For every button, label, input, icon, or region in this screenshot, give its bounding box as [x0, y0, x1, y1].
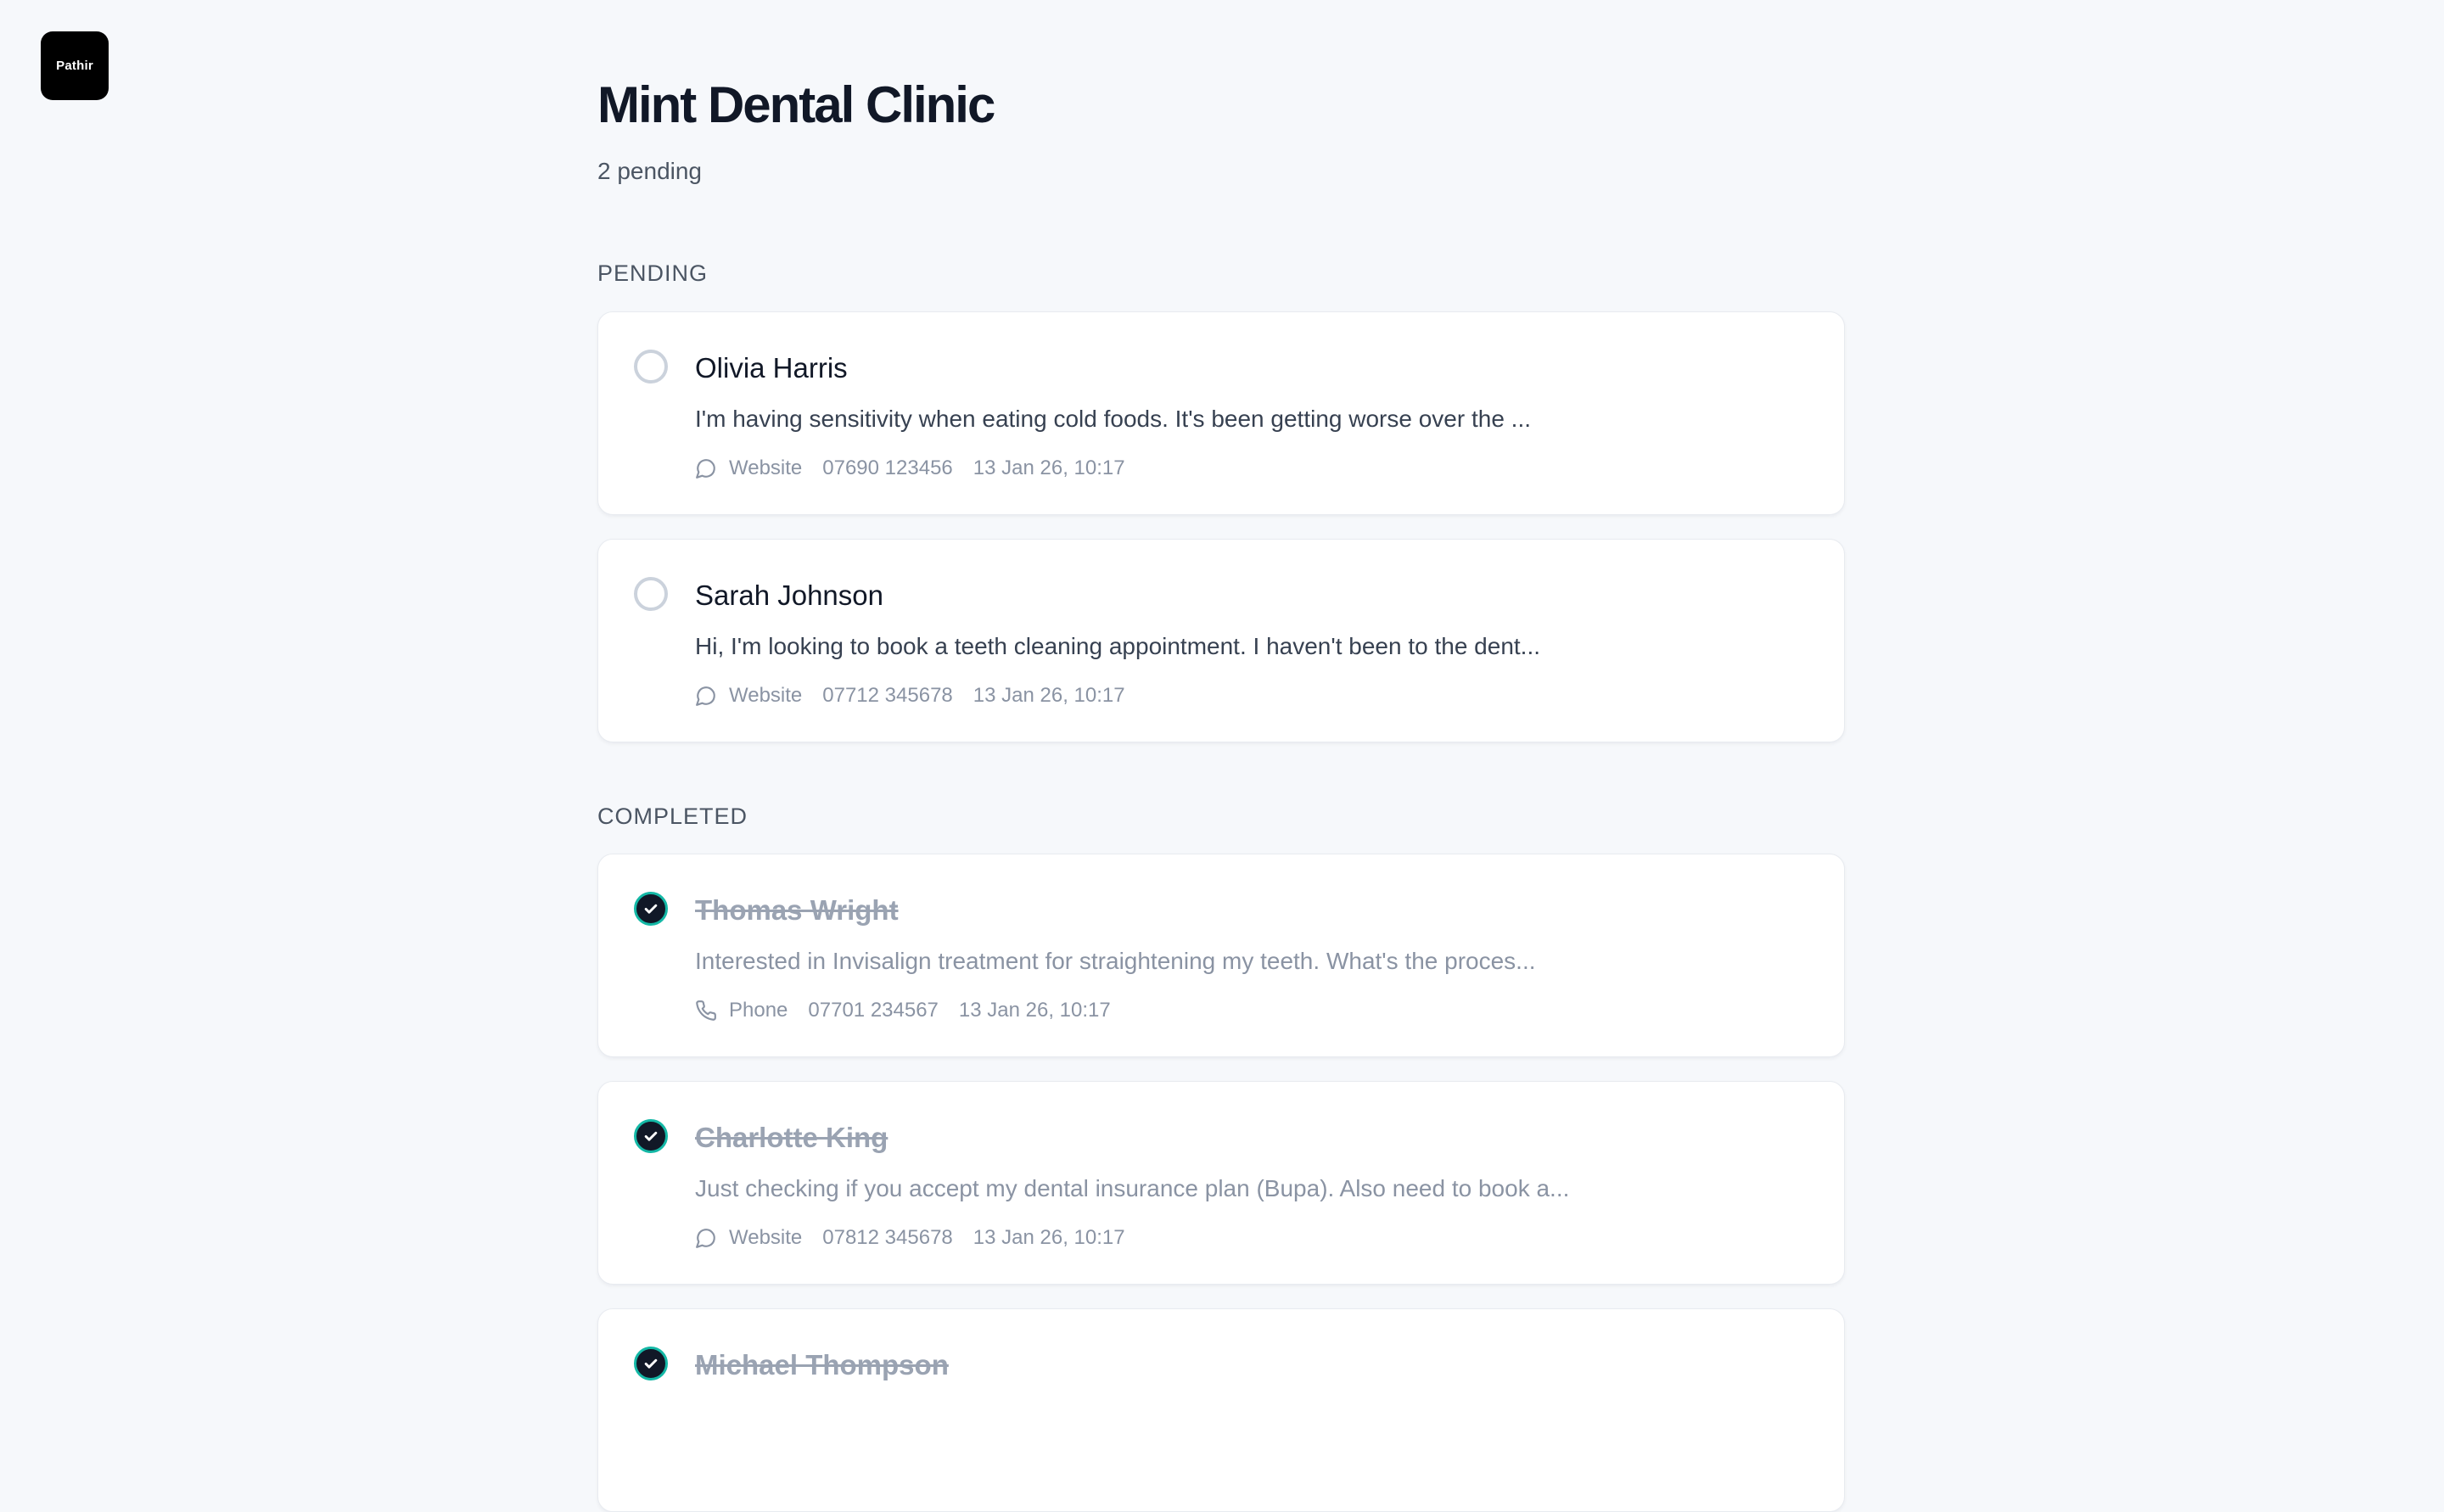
- lead-meta: Website 07812 345678 13 Jan 26, 10:17: [695, 1224, 1125, 1252]
- lead-phone: 07712 345678: [822, 684, 953, 707]
- lead-phone: 07701 234567: [808, 999, 939, 1022]
- lead-card[interactable]: Michael Thompson: [597, 1308, 1845, 1512]
- lead-datetime: 13 Jan 26, 10:17: [973, 456, 1125, 479]
- section-label-pending: PENDING: [597, 260, 709, 286]
- lead-message: Interested in Invisalign treatment for s…: [695, 948, 1536, 974]
- lead-card[interactable]: Thomas Wright Interested in Invisalign t…: [597, 854, 1845, 1057]
- lead-name: Michael Thompson: [695, 1349, 949, 1380]
- chat-bubble-icon: [696, 459, 715, 479]
- lead-meta: Website 07712 345678 13 Jan 26, 10:17: [695, 682, 1125, 709]
- mark-incomplete-checkbox[interactable]: [634, 1347, 668, 1380]
- lead-datetime: 13 Jan 26, 10:17: [973, 1226, 1125, 1249]
- chat-bubble-icon: [696, 1229, 715, 1248]
- lead-card[interactable]: Sarah Johnson Hi, I'm looking to book a …: [597, 539, 1845, 742]
- lead-message: Hi, I'm looking to book a teeth cleaning…: [695, 633, 1541, 659]
- mark-incomplete-checkbox[interactable]: [634, 892, 668, 926]
- pending-count: 2 pending: [597, 158, 703, 184]
- lead-name: Charlotte King: [695, 1122, 888, 1153]
- chat-bubble-icon: [696, 686, 715, 706]
- lead-name: Sarah Johnson: [695, 580, 883, 611]
- lead-phone: 07812 345678: [822, 1226, 953, 1249]
- lead-name: Thomas Wright: [695, 894, 899, 926]
- lead-message: I'm having sensitivity when eating cold …: [695, 406, 1532, 432]
- lead-source: Website: [729, 1226, 803, 1249]
- phone-icon: [696, 1000, 716, 1021]
- lead-card[interactable]: Charlotte King Just checking if you acce…: [597, 1081, 1845, 1285]
- lead-card[interactable]: Olivia Harris I'm having sensitivity whe…: [597, 311, 1845, 515]
- section-label-completed: COMPLETED: [597, 804, 748, 829]
- lead-datetime: 13 Jan 26, 10:17: [973, 684, 1125, 707]
- lead-datetime: 13 Jan 26, 10:17: [958, 999, 1111, 1022]
- logo-text: Pathir: [56, 59, 93, 73]
- lead-source: Website: [729, 684, 803, 707]
- lead-source: Website: [729, 456, 803, 479]
- mark-incomplete-checkbox[interactable]: [634, 1119, 668, 1153]
- lead-name: Olivia Harris: [695, 352, 848, 384]
- lead-meta: Phone 07701 234567 13 Jan 26, 10:17: [695, 997, 1111, 1024]
- checkmark-icon: [644, 1131, 658, 1141]
- lead-message: Just checking if you accept my dental in…: [695, 1175, 1570, 1201]
- lead-source: Phone: [729, 999, 788, 1022]
- mark-complete-checkbox[interactable]: [634, 350, 668, 384]
- app-logo[interactable]: Pathir: [41, 31, 109, 100]
- checkmark-icon: [644, 1358, 658, 1369]
- lead-meta: Website 07690 123456 13 Jan 26, 10:17: [695, 455, 1125, 482]
- page-title: Mint Dental Clinic: [597, 76, 995, 133]
- lead-phone: 07690 123456: [822, 456, 953, 479]
- checkmark-icon: [644, 904, 658, 914]
- mark-complete-checkbox[interactable]: [634, 577, 668, 611]
